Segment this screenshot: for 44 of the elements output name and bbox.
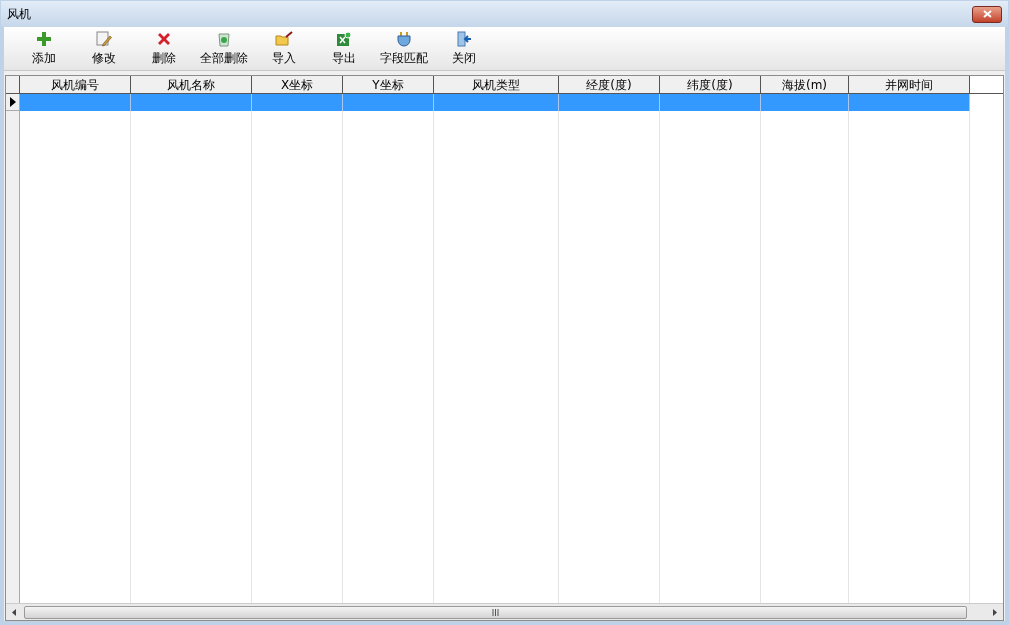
toolbar-button[interactable]: 添加 — [14, 28, 74, 69]
column-header[interactable]: 经度(度) — [559, 76, 660, 93]
column-header[interactable]: 风机名称 — [131, 76, 252, 93]
spreadsheet-icon — [336, 30, 352, 47]
table-cell[interactable] — [660, 94, 761, 111]
close-button[interactable] — [972, 5, 1002, 23]
scrollbar-thumb[interactable] — [24, 605, 967, 619]
table-cell[interactable] — [849, 94, 970, 111]
toolbar-button[interactable]: 修改 — [74, 28, 134, 69]
current-row-icon — [9, 97, 16, 107]
column-header[interactable]: 海拔(m) — [761, 76, 849, 93]
table-cell[interactable] — [252, 94, 343, 111]
column-header[interactable]: 纬度(度) — [660, 76, 761, 93]
close-icon — [982, 10, 992, 18]
column-header[interactable]: 并网时间 — [849, 76, 970, 93]
table-cell[interactable] — [434, 94, 559, 111]
toolbar-button[interactable]: 导入 — [254, 28, 314, 69]
table-cell[interactable] — [131, 94, 252, 111]
plus-icon — [36, 30, 52, 47]
pencil-icon — [96, 30, 112, 47]
table-cell[interactable] — [343, 94, 434, 111]
row-header[interactable] — [6, 94, 19, 111]
column-header[interactable]: Y坐标 — [343, 76, 434, 93]
exit-door-icon — [456, 30, 472, 47]
toolbar-button[interactable]: 关闭 — [434, 28, 494, 69]
toolbar-button[interactable]: 导出 — [314, 28, 374, 69]
scroll-right-icon — [993, 608, 997, 616]
toolbar-button[interactable]: 字段匹配 — [374, 28, 434, 69]
table-cell[interactable] — [761, 94, 849, 111]
toolbar-button[interactable]: 全部删除 — [194, 28, 254, 69]
grip-icon — [492, 608, 499, 616]
table-cell[interactable] — [20, 94, 131, 111]
delete-icon — [156, 30, 172, 47]
scroll-left-icon — [12, 608, 16, 616]
toolbar-button[interactable]: 删除 — [134, 28, 194, 69]
column-header[interactable]: X坐标 — [252, 76, 343, 93]
window-title: 风机 — [7, 6, 31, 23]
column-header[interactable]: 风机类型 — [434, 76, 559, 93]
table-cell[interactable] — [559, 94, 660, 111]
column-header[interactable]: 风机编号 — [20, 76, 131, 93]
folder-icon — [275, 30, 293, 47]
recycle-bin-icon — [216, 30, 232, 47]
plug-icon — [396, 30, 412, 47]
horizontal-scrollbar[interactable] — [6, 603, 1003, 620]
